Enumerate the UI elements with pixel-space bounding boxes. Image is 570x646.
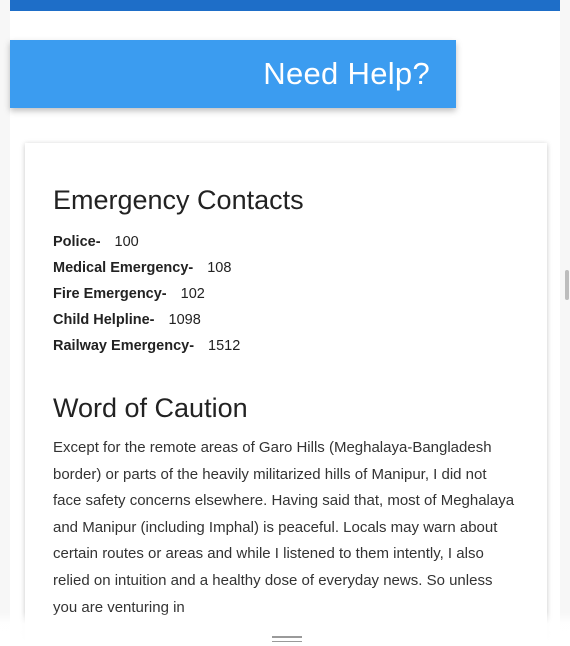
emergency-contacts-title: Emergency Contacts [53, 185, 304, 215]
contact-label: Child Helpline- [53, 312, 155, 328]
contact-label: Railway Emergency- [53, 338, 195, 354]
caution-paragraph: Except for the remote areas of Garo Hill… [53, 439, 515, 616]
contact-row-fire: Fire Emergency- 102 [53, 281, 519, 307]
drag-handle-line [272, 640, 302, 642]
contact-row-police: Police- 100 [53, 229, 519, 255]
need-help-banner[interactable]: Need Help? [10, 40, 456, 108]
contact-row-medical: Medical Emergency- 108 [53, 255, 519, 281]
contacts-list: Police- 100 Medical Emergency- 108 Fire Em… [53, 229, 519, 359]
contact-label: Medical Emergency- [53, 260, 194, 276]
drag-handle-line [272, 636, 302, 638]
drag-handle-icon[interactable] [272, 636, 302, 642]
contact-number[interactable]: 100 [115, 234, 139, 250]
contact-row-railway: Railway Emergency- 1512 [53, 333, 519, 359]
info-card: Emergency Contacts Police- 100 Medical Em… [25, 143, 547, 643]
contact-number[interactable]: 108 [207, 260, 231, 276]
page: Need Help? Emergency Contacts Police- 100… [0, 0, 570, 646]
contact-number[interactable]: 1512 [208, 338, 240, 354]
top-app-bar [10, 0, 560, 11]
scrollbar-thumb[interactable] [565, 270, 569, 300]
contact-number[interactable]: 1098 [169, 312, 201, 328]
contact-row-child-helpline: Child Helpline- 1098 [53, 307, 519, 333]
banner-title: Need Help? [263, 56, 430, 91]
contact-label: Police- [53, 234, 101, 250]
contact-label: Fire Emergency- [53, 286, 167, 302]
word-of-caution-title: Word of Caution [53, 393, 248, 423]
contact-number[interactable]: 102 [181, 286, 205, 302]
